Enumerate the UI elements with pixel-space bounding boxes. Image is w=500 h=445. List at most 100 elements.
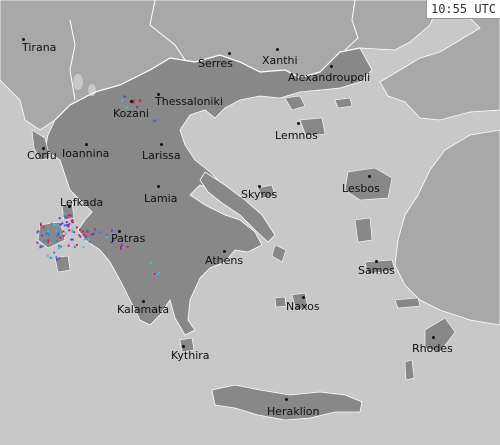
lightning-strike xyxy=(121,99,124,102)
lightning-strike xyxy=(71,228,74,231)
lightning-strike xyxy=(49,241,51,244)
lightning-strike xyxy=(105,236,108,239)
city-label: Rhodes xyxy=(412,342,453,355)
lightning-strike xyxy=(53,251,56,254)
lightning-strike xyxy=(63,214,66,217)
city-label: Heraklion xyxy=(267,405,320,418)
map-base xyxy=(0,0,500,445)
city-dot xyxy=(432,336,435,339)
lightning-strike xyxy=(62,230,65,233)
lightning-strike xyxy=(66,224,68,227)
land-chios xyxy=(354,217,373,243)
lightning-strike xyxy=(57,231,60,234)
lightning-strike xyxy=(39,246,42,249)
lightning-strike xyxy=(152,120,155,123)
city-label: Corfu xyxy=(27,149,57,162)
city-dot xyxy=(330,65,333,68)
lightning-strike xyxy=(58,217,61,220)
city-label: Larissa xyxy=(142,149,181,162)
city-label: Kythira xyxy=(171,349,210,362)
lightning-strike xyxy=(79,235,82,238)
city-dot xyxy=(276,48,279,51)
lightning-strike xyxy=(59,245,62,248)
lightning-strike xyxy=(65,221,68,224)
city-label: Ioannina xyxy=(62,147,110,160)
lightning-strike xyxy=(42,226,45,229)
lightning-strike xyxy=(50,222,53,225)
lightning-strike xyxy=(154,120,157,123)
lightning-strike xyxy=(139,99,142,102)
lightning-strike xyxy=(83,233,86,236)
city-dot xyxy=(285,398,288,401)
lightning-strike xyxy=(120,247,122,250)
lightning-strike xyxy=(75,243,78,246)
lightning-strike xyxy=(65,216,68,219)
lightning-strike xyxy=(149,262,152,264)
lightning-strike xyxy=(69,214,72,217)
lightning-strike xyxy=(57,244,60,247)
lightning-strike xyxy=(55,239,58,242)
lightning-strike xyxy=(40,223,42,226)
lightning-strike xyxy=(126,245,129,248)
city-label: Samos xyxy=(358,264,395,277)
lightning-strike xyxy=(87,238,90,241)
lightning-strike xyxy=(153,273,156,275)
city-dot xyxy=(130,100,133,103)
city-label: Athens xyxy=(205,254,244,267)
lightning-strike xyxy=(47,239,50,242)
land-samothraki xyxy=(334,97,353,109)
city-dot xyxy=(223,250,226,253)
lightning-strike xyxy=(62,234,65,237)
lightning-strike xyxy=(55,229,58,232)
lightning-strike xyxy=(70,220,73,223)
city-label: Lamia xyxy=(144,192,178,205)
city-label: Kalamata xyxy=(117,303,170,316)
lightning-strike xyxy=(36,231,39,234)
lightning-strike xyxy=(55,256,58,259)
lightning-strike xyxy=(81,230,84,233)
city-label: Kozani xyxy=(113,107,149,120)
lightning-strike xyxy=(47,229,50,232)
lightning-strike xyxy=(41,234,44,237)
lightning-strike xyxy=(157,272,160,275)
lightning-strike xyxy=(73,245,76,248)
city-dot xyxy=(85,143,88,146)
lightning-strike xyxy=(61,222,64,225)
city-label: Xanthi xyxy=(262,54,298,67)
lightning-strike xyxy=(56,258,59,261)
city-label: Patras xyxy=(111,232,146,245)
lightning-strike xyxy=(70,238,73,241)
lightning-strike xyxy=(68,223,71,225)
lake-ohrid xyxy=(73,74,83,90)
lightning-strike xyxy=(71,230,74,233)
lightning-strike xyxy=(58,247,60,250)
lightning-strike xyxy=(67,214,70,217)
city-label: Naxos xyxy=(286,300,320,313)
lightning-strike xyxy=(46,232,49,235)
lightning-strike xyxy=(94,231,97,234)
lightning-strike xyxy=(98,231,101,234)
lightning-strike xyxy=(82,246,85,249)
lightning-strike xyxy=(49,256,52,259)
city-dot xyxy=(160,143,163,146)
city-label: Alexandroupoli xyxy=(288,71,371,84)
lightning-strike xyxy=(63,224,66,227)
lightning-strike xyxy=(43,240,46,243)
lightning-strike xyxy=(132,101,135,104)
lightning-strike xyxy=(75,226,78,229)
lightning-strike xyxy=(53,224,56,226)
city-label: Tirana xyxy=(22,41,57,54)
lightning-strike xyxy=(92,232,95,235)
lightning-strike xyxy=(67,244,70,247)
lightning-strike xyxy=(68,229,71,232)
city-label: Lemnos xyxy=(275,129,318,142)
lightning-strike xyxy=(59,236,62,239)
land-kos xyxy=(394,297,421,309)
lightning-strike xyxy=(64,232,67,235)
city-label: Lesbos xyxy=(342,182,380,195)
lightning-strike xyxy=(56,234,58,237)
city-dot xyxy=(375,260,378,263)
city-dot xyxy=(157,185,160,188)
city-dot xyxy=(228,52,231,55)
land-paros xyxy=(274,296,287,308)
